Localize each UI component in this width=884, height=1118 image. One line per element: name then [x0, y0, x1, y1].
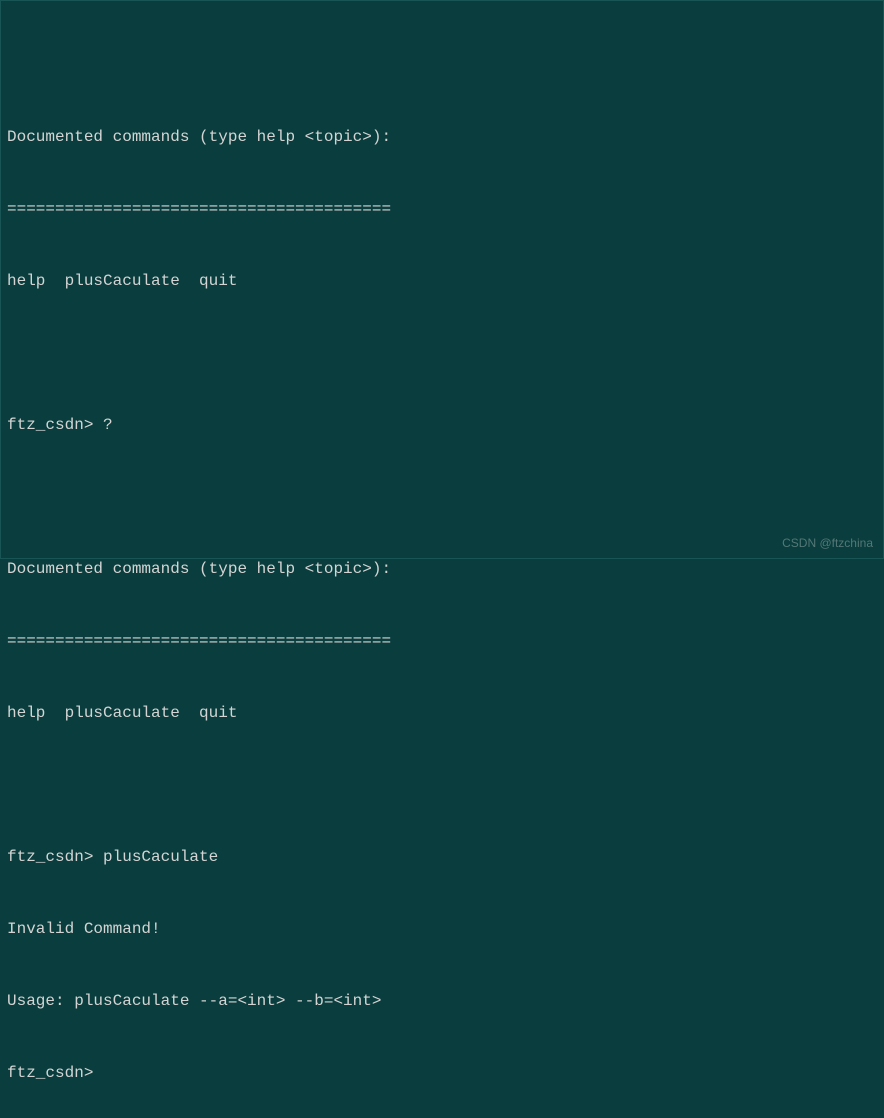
terminal-line: help plusCaculate quit: [7, 701, 877, 725]
terminal-line: Invalid Command!: [7, 917, 877, 941]
terminal-line: ftz_csdn>: [7, 1061, 877, 1085]
terminal-line: Usage: plusCaculate --a=<int> --b=<int>: [7, 989, 877, 1013]
terminal-line: [7, 341, 877, 365]
terminal-line: Documented commands (type help <topic>):: [7, 125, 877, 149]
terminal-line: help plusCaculate quit: [7, 269, 877, 293]
terminal-line: Documented commands (type help <topic>):: [7, 557, 877, 581]
terminal-line: [7, 485, 877, 509]
terminal-line: ========================================: [7, 629, 877, 653]
terminal-line: [7, 773, 877, 797]
terminal-line: ftz_csdn> plusCaculate: [7, 845, 877, 869]
terminal-line: [7, 53, 877, 77]
terminal-window[interactable]: Documented commands (type help <topic>):…: [1, 1, 883, 1118]
watermark: CSDN @ftzchina: [782, 534, 873, 552]
terminal-line: ========================================: [7, 197, 877, 221]
terminal-line: ftz_csdn> ?: [7, 413, 877, 437]
